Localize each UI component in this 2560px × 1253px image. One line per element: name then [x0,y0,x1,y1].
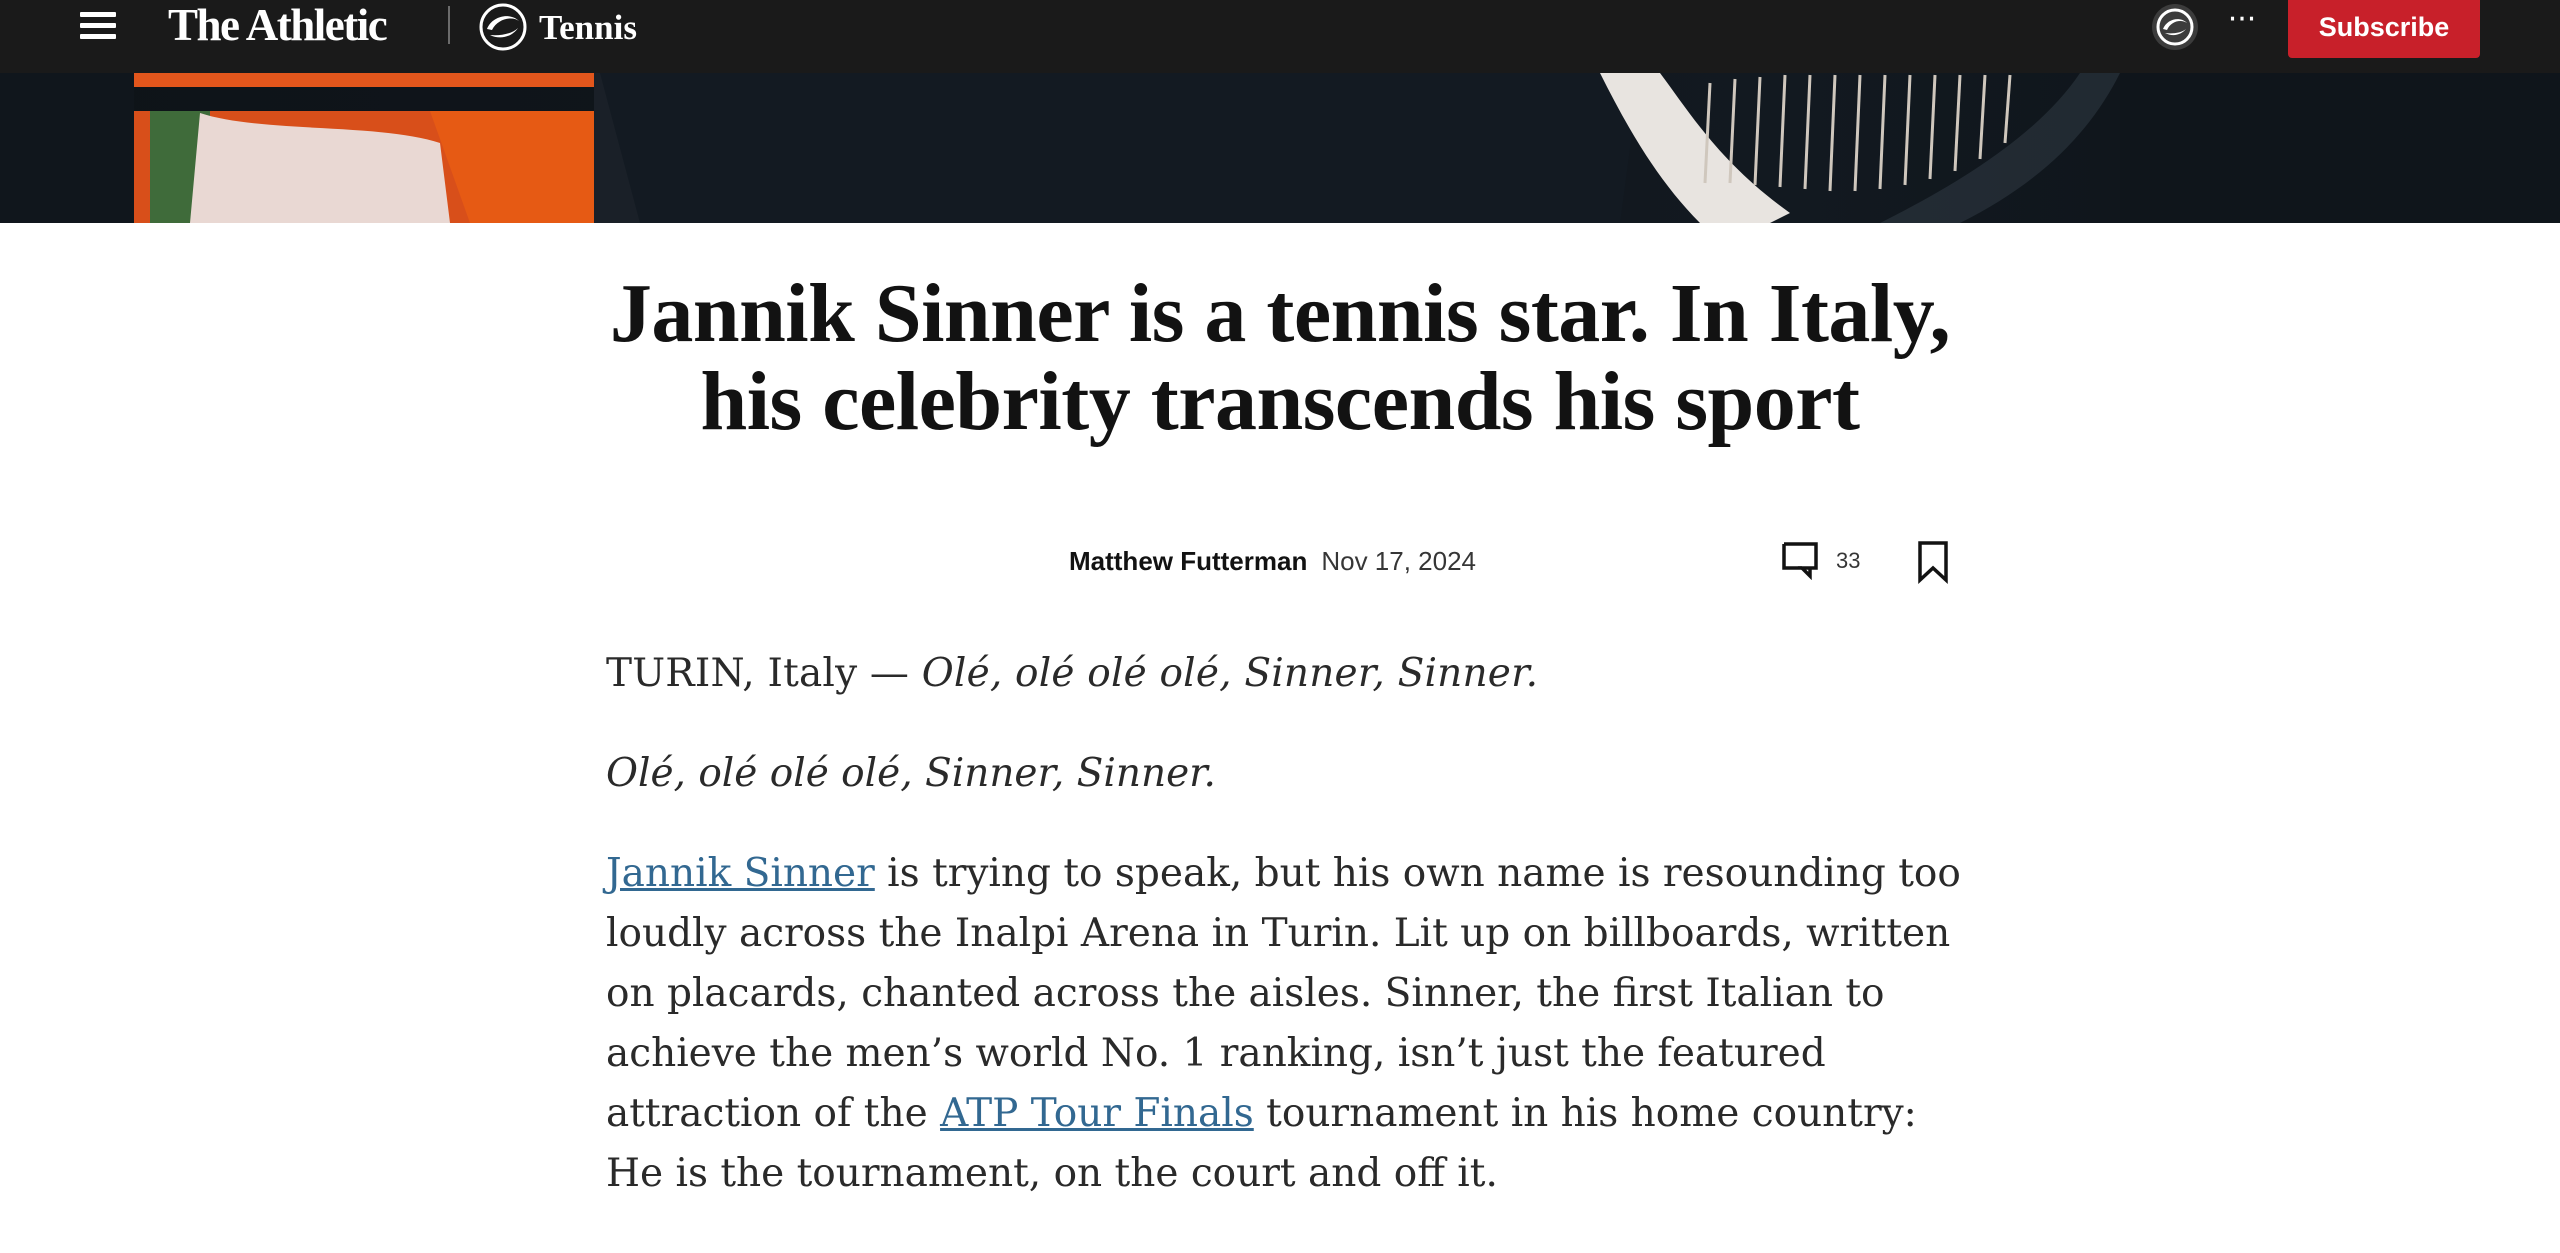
site-logo[interactable]: The Athletic [168,0,388,50]
top-nav-bar: The Athletic Tennis ··· Subscribe [0,0,2560,73]
body-paragraph: Jannik Sinner is trying to speak, but hi… [606,844,1966,1204]
hero-image [0,73,2560,223]
byline: Matthew Futterman Nov 17, 2024 [1069,543,1476,579]
logo-divider [448,6,450,44]
athletic-section-logo-icon[interactable] [478,2,528,52]
comment-count[interactable]: 33 [1836,543,1860,579]
dateline-paragraph: TURIN, Italy — Olé, olé olé olé, Sinner,… [606,644,1966,704]
publish-date: Nov 17, 2024 [1321,546,1477,576]
subscribe-button[interactable]: Subscribe [2288,0,2480,58]
link-atp-tour-finals[interactable]: ATP Tour Finals [940,1091,1254,1136]
article-body: TURIN, Italy — Olé, olé olé olé, Sinner,… [606,644,1966,1244]
link-jannik-sinner[interactable]: Jannik Sinner [606,851,875,896]
author-name[interactable]: Matthew Futterman [1069,546,1307,576]
bookmark-icon[interactable] [1916,540,1950,584]
account-icon[interactable] [2150,2,2200,52]
hero-image-graphic [0,73,2560,223]
chant-text: Olé, olé olé olé, Sinner, Sinner. [921,651,1539,696]
hamburger-menu-icon[interactable] [80,12,120,42]
article-headline: Jannik Sinner is a tennis star. In Italy… [609,267,1951,448]
dateline: TURIN, Italy — [606,651,922,696]
chant-text: Olé, olé olé olé, Sinner, Sinner. [606,751,1216,796]
section-label-tennis[interactable]: Tennis [539,0,637,56]
comment-icon[interactable] [1780,540,1820,580]
more-icon[interactable]: ··· [2220,0,2264,50]
chant-paragraph: Olé, olé olé olé, Sinner, Sinner. [606,744,1966,804]
